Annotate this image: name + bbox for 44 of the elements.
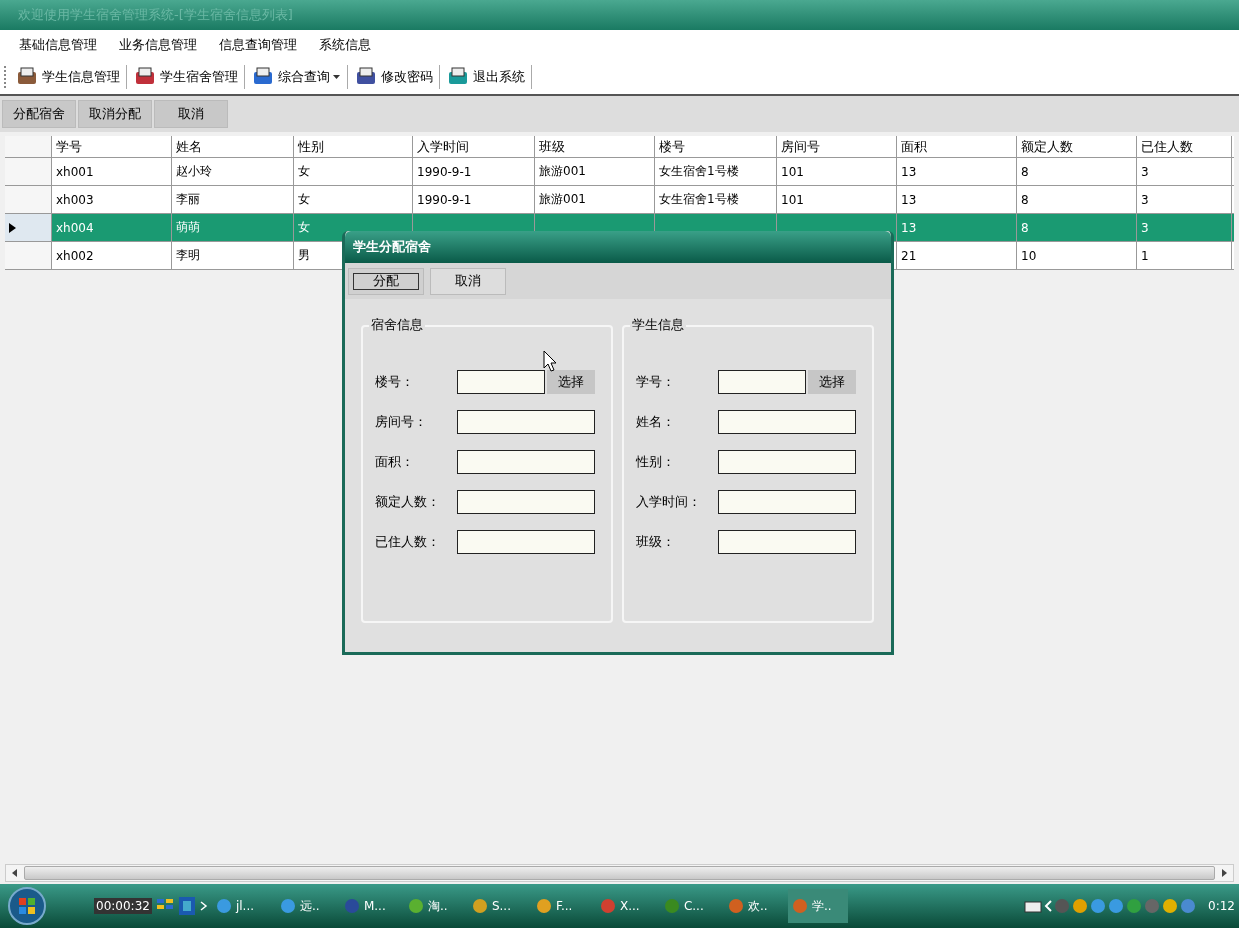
table-cell: 13 — [897, 214, 1017, 241]
table-cell: xh003 — [52, 186, 172, 213]
group-title: 宿舍信息 — [369, 316, 425, 334]
table-cell: 女生宿舍1号楼 — [655, 186, 777, 213]
table-cell: 8 — [1017, 186, 1137, 213]
table-cell: 3 — [1137, 214, 1232, 241]
table-cell: 李明 — [172, 242, 294, 269]
field-label: 楼号： — [375, 373, 415, 391]
field-label: 面积： — [375, 453, 415, 471]
table-cell: 李丽 — [172, 186, 294, 213]
table-cell: xh004 — [52, 214, 172, 241]
field-label: 额定人数： — [375, 493, 441, 511]
table-cell: 3 — [1137, 158, 1232, 185]
field-label: 姓名： — [636, 413, 676, 431]
table-cell: 旅游001 — [535, 186, 655, 213]
table-cell: 13 — [897, 186, 1017, 213]
table-cell: 3 — [1137, 186, 1232, 213]
table-cell: 女 — [294, 158, 413, 185]
field-label: 房间号： — [375, 413, 428, 431]
table-cell: 101 — [777, 186, 897, 213]
table-cell: 10 — [1017, 242, 1137, 269]
table-cell: 21 — [897, 242, 1017, 269]
clock: 0:12 — [1208, 899, 1235, 913]
table-cell: 13 — [897, 158, 1017, 185]
field-label: 已住人数： — [375, 533, 441, 551]
table-cell: 萌萌 — [172, 214, 294, 241]
table-cell: 赵小玲 — [172, 158, 294, 185]
field-label: 入学时间： — [636, 493, 702, 511]
table-cell: 1 — [1137, 242, 1232, 269]
field-label: 学号： — [636, 373, 676, 391]
recording-timer: 00:00:32 — [94, 898, 152, 914]
group-title: 学生信息 — [630, 316, 686, 334]
table-cell: 1990-9-1 — [413, 158, 535, 185]
table-cell: 旅游001 — [535, 158, 655, 185]
table-cell: 101 — [777, 158, 897, 185]
field-label: 班级： — [636, 533, 676, 551]
field-label: 性别： — [636, 453, 676, 471]
table-cell: 8 — [1017, 214, 1137, 241]
table-cell: 1990-9-1 — [413, 186, 535, 213]
table-cell: xh001 — [52, 158, 172, 185]
table-cell: 女 — [294, 186, 413, 213]
table-cell: 8 — [1017, 158, 1137, 185]
table-cell: xh002 — [52, 242, 172, 269]
table-cell: 女生宿舍1号楼 — [655, 158, 777, 185]
